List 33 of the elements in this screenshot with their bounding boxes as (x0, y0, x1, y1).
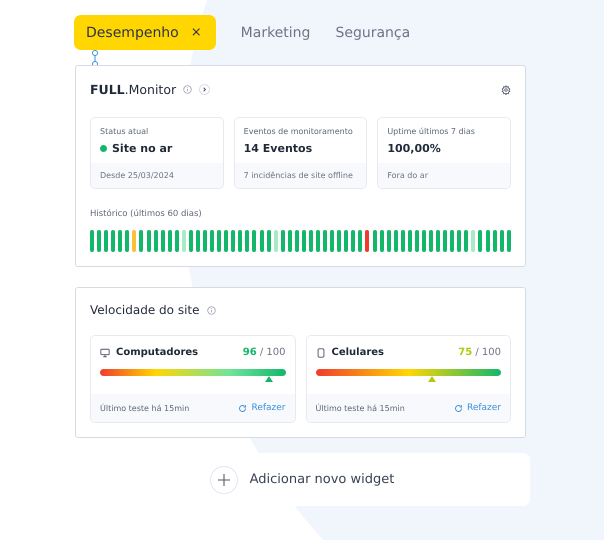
chevron-right-icon[interactable] (199, 84, 210, 95)
widget-title: Velocidade do site (90, 303, 200, 317)
refresh-icon (238, 404, 248, 412)
info-icon (206, 306, 216, 314)
tab[interactable]: Marketing (240, 15, 310, 50)
stat-footer: Fora do ar (378, 163, 510, 188)
stat-value: 100,00% (387, 142, 442, 155)
plus-icon (210, 466, 238, 494)
stat-label: Status atual (100, 127, 150, 136)
settings-icon[interactable] (501, 84, 511, 94)
tab[interactable]: Desempenho × (74, 15, 216, 50)
redo-link[interactable]: Refazer (238, 403, 286, 413)
score: 96 / 100 (242, 347, 286, 358)
device-name: Computadores (116, 347, 200, 358)
widget-title: FULL.Monitor (90, 82, 176, 97)
stat-value: 14 Eventos (244, 142, 314, 155)
last-test-text: Último teste há 15min (100, 404, 190, 412)
monitor-icon (100, 348, 110, 358)
stat-value: Site no ar (112, 142, 172, 155)
stat-label: Eventos de monitoramento (244, 127, 354, 136)
stat-footer: 7 incidências de site offline (234, 163, 366, 188)
tab[interactable]: Segurança (335, 15, 410, 50)
stat-label: Uptime últimos 7 dias (387, 127, 476, 136)
stat-footer: Desde 25/03/2024 (91, 163, 223, 188)
score: 75 / 100 (458, 347, 501, 358)
close-icon[interactable]: × (190, 25, 202, 40)
device-name: Celulares (332, 347, 386, 358)
history-label: Histórico (últimos 60 dias) (90, 209, 203, 219)
last-test-text: Último teste há 15min (316, 404, 405, 412)
info-icon (183, 85, 192, 94)
phone-icon (316, 348, 326, 358)
redo-link[interactable]: Refazer (454, 403, 501, 413)
refresh-icon (454, 404, 463, 412)
